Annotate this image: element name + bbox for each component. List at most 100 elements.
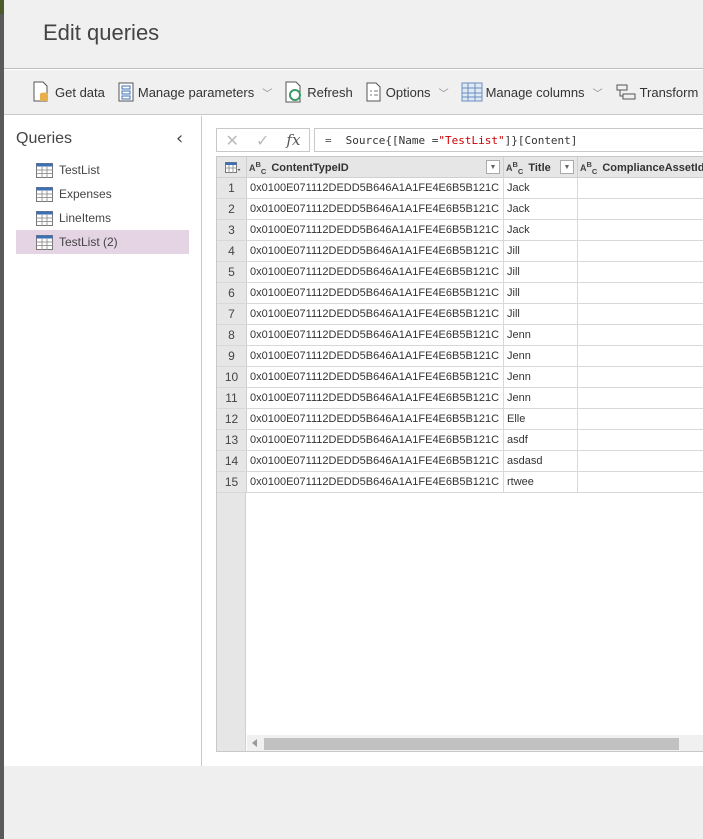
scroll-left-arrow-icon[interactable]	[252, 739, 257, 747]
table-cell[interactable]: 0x0100E071112DEDD5B646A1A1FE4E6B5B121C	[247, 388, 504, 409]
queries-list: TestList Expenses LineItems TestList (2)	[16, 158, 189, 254]
chevron-down-icon[interactable]: ﹀	[262, 85, 272, 100]
collapse-chevron-left-icon[interactable]: ‹	[176, 128, 183, 149]
table-row: 14 0x0100E071112DEDD5B646A1A1FE4E6B5B121C…	[217, 451, 703, 472]
table-row: 5 0x0100E071112DEDD5B646A1A1FE4E6B5B121C J…	[217, 262, 703, 283]
column-header-label: ContentTypeID	[271, 161, 349, 174]
table-cell[interactable]: 0x0100E071112DEDD5B646A1A1FE4E6B5B121C	[247, 178, 504, 199]
toolbar: Get data Manage parameters ﹀ Refresh Options…	[4, 70, 703, 115]
table-icon	[36, 234, 59, 250]
row-number: 2	[217, 199, 247, 220]
table-cell[interactable]	[578, 325, 703, 346]
table-cell[interactable]	[578, 451, 703, 472]
table-cell[interactable]	[578, 346, 703, 367]
table-cell[interactable]: 0x0100E071112DEDD5B646A1A1FE4E6B5B121C	[247, 367, 504, 388]
toolbar-manage-parameters-button[interactable]: Manage parameters ﹀	[117, 82, 272, 102]
query-item[interactable]: LineItems	[16, 206, 189, 230]
table-cell[interactable]	[578, 283, 703, 304]
row-number: 7	[217, 304, 247, 325]
table-cell[interactable]: Jenn	[504, 367, 578, 388]
filter-dropdown-icon[interactable]: ▼	[486, 160, 500, 174]
table-cell[interactable]	[578, 409, 703, 430]
toolbar-label: Options	[385, 84, 431, 100]
table-row: 11 0x0100E071112DEDD5B646A1A1FE4E6B5B121C…	[217, 388, 703, 409]
table-cell[interactable]: 0x0100E071112DEDD5B646A1A1FE4E6B5B121C	[247, 283, 504, 304]
table-cell[interactable]: 0x0100E071112DEDD5B646A1A1FE4E6B5B121C	[247, 199, 504, 220]
table-cell[interactable]: Jack	[504, 220, 578, 241]
table-cell[interactable]: asdf	[504, 430, 578, 451]
table-cell[interactable]: 0x0100E071112DEDD5B646A1A1FE4E6B5B121C	[247, 304, 504, 325]
formula-input[interactable]: = Source{[Name = "TestList"]}[Content]	[314, 128, 703, 152]
table-cell[interactable]: Jenn	[504, 346, 578, 367]
table-cell[interactable]: Jack	[504, 199, 578, 220]
toolbar-transform-button[interactable]: Transform	[615, 83, 698, 101]
scrollbar-thumb[interactable]	[264, 738, 679, 750]
table-cell[interactable]: Jenn	[504, 388, 578, 409]
table-icon	[36, 210, 59, 226]
table-cell[interactable]: 0x0100E071112DEDD5B646A1A1FE4E6B5B121C	[247, 325, 504, 346]
table-cell[interactable]	[578, 241, 703, 262]
table-cell[interactable]: 0x0100E071112DEDD5B646A1A1FE4E6B5B121C	[247, 220, 504, 241]
query-item[interactable]: Expenses	[16, 182, 189, 206]
query-label: TestList	[59, 163, 100, 177]
manage-columns-icon	[461, 82, 486, 102]
row-number: 5	[217, 262, 247, 283]
table-cell[interactable]: 0x0100E071112DEDD5B646A1A1FE4E6B5B121C	[247, 451, 504, 472]
table-cell[interactable]	[578, 388, 703, 409]
toolbar-options-button[interactable]: Options ﹀	[365, 82, 449, 102]
table-cell[interactable]: asdasd	[504, 451, 578, 472]
filter-dropdown-icon[interactable]: ▼	[560, 160, 574, 174]
horizontal-scrollbar[interactable]	[247, 735, 703, 751]
table-cell[interactable]: Jenn	[504, 325, 578, 346]
toolbar-manage-columns-button[interactable]: Manage columns ﹀	[461, 82, 603, 102]
table-cell[interactable]	[578, 178, 703, 199]
table-cell[interactable]	[578, 472, 703, 493]
column-header[interactable]: ABC Title ▼	[504, 157, 578, 178]
table-cell[interactable]: Elle	[504, 409, 578, 430]
table-cell[interactable]: 0x0100E071112DEDD5B646A1A1FE4E6B5B121C	[247, 472, 504, 493]
table-cell[interactable]	[578, 262, 703, 283]
commit-check-icon[interactable]: ✓	[256, 131, 269, 150]
table-row: 13 0x0100E071112DEDD5B646A1A1FE4E6B5B121C…	[217, 430, 703, 451]
table-cell[interactable]: Jill	[504, 283, 578, 304]
table-row: 6 0x0100E071112DEDD5B646A1A1FE4E6B5B121C J…	[217, 283, 703, 304]
row-number: 15	[217, 472, 247, 493]
toolbar-get-data-button[interactable]: Get data	[32, 81, 105, 103]
table-row: 3 0x0100E071112DEDD5B646A1A1FE4E6B5B121C J…	[217, 220, 703, 241]
table-cell[interactable]	[578, 367, 703, 388]
cancel-x-icon[interactable]: ✕	[226, 131, 239, 150]
table-cell[interactable]: 0x0100E071112DEDD5B646A1A1FE4E6B5B121C	[247, 241, 504, 262]
text-type-icon[interactable]: ABC	[580, 160, 597, 176]
table-cell[interactable]: 0x0100E071112DEDD5B646A1A1FE4E6B5B121C	[247, 346, 504, 367]
table-menu-icon[interactable]	[217, 157, 247, 178]
table-cell[interactable]	[578, 430, 703, 451]
formula-equals: =	[325, 133, 332, 147]
table-cell[interactable]: Jack	[504, 178, 578, 199]
table-row: 2 0x0100E071112DEDD5B646A1A1FE4E6B5B121C J…	[217, 199, 703, 220]
table-cell[interactable]: rtwee	[504, 472, 578, 493]
chevron-down-icon[interactable]: ﹀	[593, 85, 603, 100]
table-row: 9 0x0100E071112DEDD5B646A1A1FE4E6B5B121C J…	[217, 346, 703, 367]
toolbar-refresh-button[interactable]: Refresh	[284, 81, 353, 103]
table-icon	[36, 162, 59, 178]
toolbar-label: Manage columns	[485, 84, 585, 100]
text-type-icon[interactable]: ABC	[506, 160, 523, 176]
row-number: 4	[217, 241, 247, 262]
fx-icon[interactable]: fx	[286, 131, 300, 149]
column-header[interactable]: ABC ComplianceAssetId	[578, 157, 703, 178]
table-cell[interactable]: 0x0100E071112DEDD5B646A1A1FE4E6B5B121C	[247, 262, 504, 283]
chevron-down-icon[interactable]: ﹀	[439, 85, 449, 100]
table-cell[interactable]	[578, 304, 703, 325]
table-cell[interactable]	[578, 199, 703, 220]
table-cell[interactable]: Jill	[504, 262, 578, 283]
table-cell[interactable]: 0x0100E071112DEDD5B646A1A1FE4E6B5B121C	[247, 409, 504, 430]
queries-pane: Queries ‹ TestList Expenses LineItems TestL…	[4, 116, 202, 766]
text-type-icon[interactable]: ABC	[249, 160, 266, 176]
table-cell[interactable]: Jill	[504, 241, 578, 262]
table-cell[interactable]: Jill	[504, 304, 578, 325]
column-header[interactable]: ABC ContentTypeID ▼	[247, 157, 504, 178]
table-cell[interactable]: 0x0100E071112DEDD5B646A1A1FE4E6B5B121C	[247, 430, 504, 451]
query-item[interactable]: TestList	[16, 158, 189, 182]
query-item[interactable]: TestList (2)	[16, 230, 189, 254]
table-cell[interactable]	[578, 220, 703, 241]
